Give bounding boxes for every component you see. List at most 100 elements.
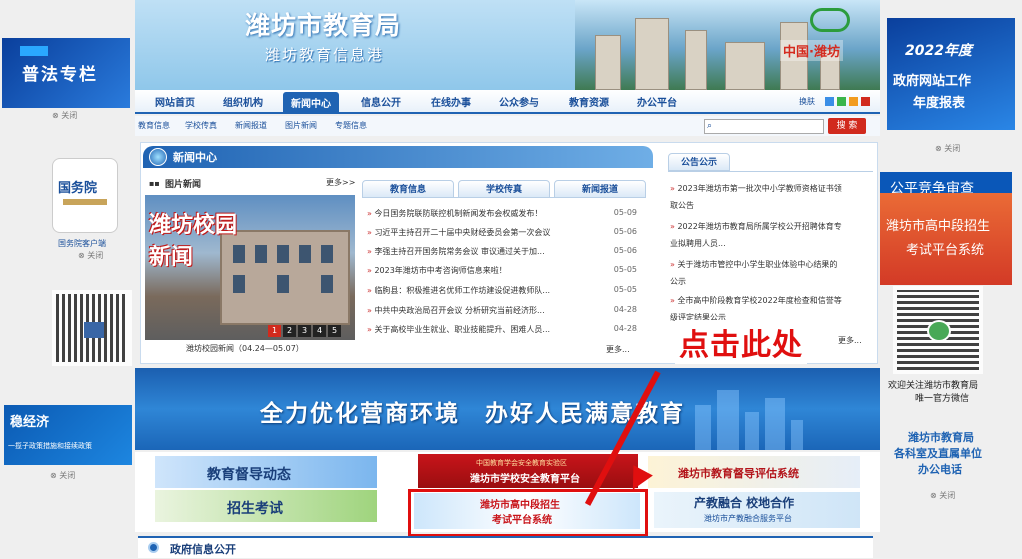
phone-list-line-2: 各科室及直属单位 [894, 447, 982, 460]
news-center-title: 新闻中心 [173, 151, 217, 164]
zhaosheng-tile[interactable]: 招生考试 [155, 490, 377, 522]
gov-info-bar[interactable]: 政府信息公开 [138, 536, 873, 558]
news-list-item[interactable]: 临朐县：积极推进名优师工作坊建设促进教师队...05-05 [367, 285, 637, 298]
close-icon[interactable]: 关闭 [50, 470, 75, 481]
tab-edu-info[interactable]: 教育信息 [362, 180, 454, 198]
region-label: 中国·潍坊 [780, 40, 843, 61]
site-header: 潍坊市教育局 潍坊教育信息港 中国·潍坊 [135, 0, 880, 90]
search-button[interactable]: 搜 索 [828, 118, 866, 134]
nav-item-office[interactable]: 办公平台 [637, 94, 677, 109]
photo-page-2[interactable]: 2 [283, 325, 296, 337]
gov-info-title: 政府信息公开 [170, 543, 236, 556]
banner-text: 全力优化营商环境 办好人民满意教育 [260, 401, 685, 427]
subnav-item[interactable]: 教育信息 [138, 120, 170, 131]
wjj-sub-label: 一揽子政策措施和接续政策 [8, 442, 92, 450]
pinggu-tile[interactable]: 潍坊市教育督导评估系统 [648, 456, 860, 488]
pufa-ad-label: 普法专栏 [22, 65, 98, 85]
photo-news-image[interactable]: 潍坊校园 新闻 [145, 195, 355, 340]
dudao-tile[interactable]: 教育督导动态 [155, 456, 377, 488]
report-line-1: 政府网站工作 [893, 74, 972, 89]
dudao-label: 教育督导动态 [207, 467, 291, 483]
news-list-item[interactable]: 关于高校毕业生就业、职业技能提升、困难人员...04-28 [367, 324, 637, 337]
photo-news-more-link[interactable]: 更多>> [326, 177, 355, 188]
skin-green-button[interactable] [837, 97, 846, 106]
pinggu-label: 潍坊市教育督导评估系统 [678, 467, 799, 480]
news-list-item[interactable]: 习近平主持召开二十届中央财经委员会第一次会议05-06 [367, 227, 637, 240]
subnav-item[interactable]: 图片新闻 [285, 120, 317, 131]
wechat-label-1: 欢迎关注潍坊市教育局 [888, 381, 979, 391]
nav-item-info[interactable]: 信息公开 [361, 94, 401, 109]
site-subtitle: 潍坊教育信息港 [265, 46, 385, 64]
phone-list-line-3: 办公电话 [918, 463, 962, 476]
news-list-item[interactable]: 中共中央政治局召开会议 分析研究当前经济形...04-28 [367, 305, 637, 318]
report-line-2: 年度报表 [913, 96, 966, 111]
subnav-item[interactable]: 学校传真 [185, 120, 217, 131]
notice-item[interactable]: 2022年潍坊市教育局所属学校公开招聘体育专业拟聘用人员... [670, 218, 845, 252]
notice-item[interactable]: 2023年潍坊市第一批次中小学教师资格证书领取公告 [670, 180, 845, 214]
photo-overlay-text-2: 新闻 [149, 245, 194, 270]
globe-icon [149, 148, 167, 166]
gwy-qr-code [52, 290, 132, 366]
site-title: 潍坊市教育局 [245, 11, 402, 40]
wechat-label-2: 唯一官方微信 [915, 394, 970, 404]
gwy-app-ad[interactable]: 国务院 [52, 158, 118, 233]
main-nav: 网站首页 组织机构 新闻中心 信息公开 在线办事 公众参与 教育资源 办公平台 … [135, 90, 880, 114]
chanjiao-sub-label: 潍坊市产教融合服务平台 [704, 514, 792, 523]
nav-item-resources[interactable]: 教育资源 [569, 94, 609, 109]
nav-item-home[interactable]: 网站首页 [155, 94, 195, 109]
photo-caption[interactable]: 潍坊校园新闻（04.24—05.07） [186, 343, 304, 354]
photo-page-5[interactable]: 5 [328, 325, 341, 337]
chanjiao-tile[interactable]: 产教融合 校地合作 潍坊市产教融合服务平台 [654, 492, 860, 528]
search-input[interactable]: ⌕ [704, 119, 824, 134]
phone-list-line-1: 潍坊市教育局 [908, 431, 974, 444]
tab-school-fax[interactable]: 学校传真 [458, 180, 550, 198]
subnav-item[interactable]: 新闻报道 [235, 120, 267, 131]
news-center-header: 新闻中心 [143, 146, 653, 168]
news-list-item[interactable]: 李强主持召开国务院常务会议 审议通过关于加...05-06 [367, 246, 637, 259]
news-more-link[interactable]: 更多... [606, 344, 630, 355]
gaozhong-float-label-1: 潍坊市高中段招生 [886, 219, 991, 234]
annotation-click-here: 点击此处 [675, 320, 807, 364]
promo-banner[interactable]: 全力优化营商环境 办好人民满意教育 [135, 368, 880, 450]
skin-label: 换肤 [799, 97, 815, 106]
photo-page-1[interactable]: 1 [268, 325, 281, 337]
close-icon[interactable]: 关闭 [935, 143, 960, 154]
close-icon[interactable]: 关闭 [930, 490, 955, 501]
pufa-ad[interactable]: 普法专栏 [2, 38, 130, 108]
skin-blue-button[interactable] [825, 97, 834, 106]
nav-item-news[interactable]: 新闻中心 [283, 92, 339, 114]
nav-item-org[interactable]: 组织机构 [223, 94, 263, 109]
safety-label: 潍坊市学校安全教育平台 [470, 474, 580, 485]
close-icon[interactable]: 关闭 [78, 250, 103, 261]
report-ad[interactable]: 2022年度 政府网站工作 年度报表 [887, 18, 1015, 130]
wjj-label: 稳经济 [10, 415, 50, 430]
grid-icon: ▪▪ [149, 179, 160, 188]
photo-page-4[interactable]: 4 [313, 325, 326, 337]
safety-top-label: 中国教育学会安全教育实验区 [476, 459, 567, 467]
zhaosheng-label: 招生考试 [227, 501, 283, 517]
gaozhong-float-label-2: 考试平台系统 [906, 243, 985, 258]
nav-item-public[interactable]: 公众参与 [499, 94, 539, 109]
photo-page-3[interactable]: 3 [298, 325, 311, 337]
chanjiao-label: 产教融合 校地合作 [694, 496, 795, 510]
report-year: 2022年度 [905, 43, 972, 59]
gwy-sub-label: 国务院客户端 [58, 239, 106, 248]
subnav-item[interactable]: 专题信息 [335, 120, 367, 131]
tab-underline [362, 197, 646, 198]
notice-more-link[interactable]: 更多... [838, 335, 862, 346]
skin-orange-button[interactable] [849, 97, 858, 106]
close-icon[interactable]: 关闭 [52, 110, 77, 121]
tab-news-report[interactable]: 新闻报道 [554, 180, 646, 198]
notice-tab[interactable]: 公告公示 [668, 153, 730, 171]
news-list-item[interactable]: 2023年潍坊市中考咨询师信息来啦！05-05 [367, 265, 637, 278]
gwy-label: 国务院 [58, 181, 98, 196]
phone-list-ad[interactable]: 潍坊市教育局 各科室及直属单位 办公电话 [880, 425, 1012, 485]
skin-red-button[interactable] [861, 97, 870, 106]
notice-item[interactable]: 关于潍坊市管控中小学生职业体验中心结果的公示 [670, 256, 845, 290]
wjj-ad[interactable]: 稳经济 一揽子政策措施和接续政策 [4, 405, 132, 465]
photo-overlay-text-1: 潍坊校园 [149, 213, 238, 238]
news-list-item[interactable]: 今日国务院联防联控机制新闻发布会权威发布！05-09 [367, 208, 637, 221]
gaozhong-float-ad[interactable]: 潍坊市高中段招生 考试平台系统 [880, 193, 1012, 285]
nav-item-online[interactable]: 在线办事 [431, 94, 471, 109]
annotation-highlight-box [408, 489, 648, 537]
